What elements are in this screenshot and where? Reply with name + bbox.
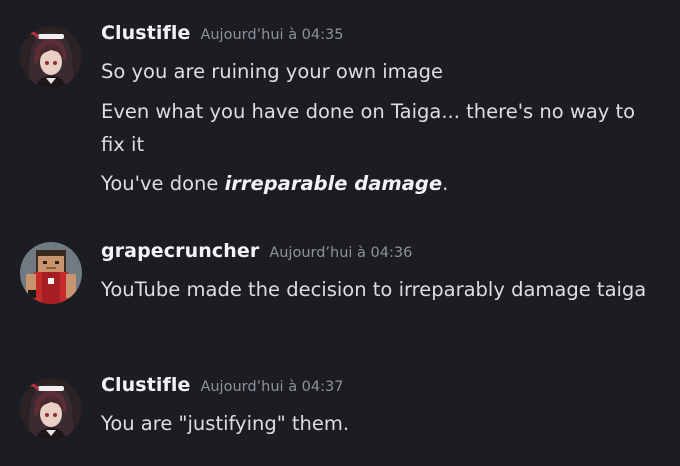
message-content: So you are ruining your own image Even w… [101, 55, 661, 207]
username[interactable]: grapecruncher [101, 240, 259, 262]
message-header: grapecruncher Aujourd’hui à 04:36 [101, 240, 412, 272]
minecraft-skin-avatar-icon [20, 242, 82, 304]
user-avatar[interactable] [20, 26, 82, 88]
message-group: grapecruncher Aujourd’hui à 04:36 YouTub… [0, 240, 680, 350]
anime-character-avatar-icon [20, 26, 82, 88]
timestamp: Aujourd’hui à 04:36 [269, 245, 413, 261]
chat-messages: Clustifle Aujourd’hui à 04:35 So you are… [0, 0, 680, 466]
message-text-emphasis: irreparable damage [224, 172, 443, 195]
anime-character-avatar-icon [20, 378, 82, 440]
message-text: YouTube made the decision to irreparably… [101, 278, 647, 301]
message-text-suffix: . [442, 172, 449, 195]
message-text: Even what you have done on Taiga... ther… [101, 100, 636, 156]
message-content: YouTube made the decision to irreparably… [101, 273, 661, 312]
message-text: So you are ruining your own image [101, 60, 443, 83]
username[interactable]: Clustifle [101, 22, 190, 44]
username[interactable]: Clustifle [101, 374, 190, 396]
message-header: Clustifle Aujourd’hui à 04:37 [101, 374, 343, 406]
message-group: Clustifle Aujourd’hui à 04:35 So you are… [0, 22, 680, 212]
message-text: You've done irreparable damage. [101, 167, 661, 201]
message-content: You are "justifying" them. [101, 407, 661, 447]
message-header: Clustifle Aujourd’hui à 04:35 [101, 22, 343, 54]
user-avatar[interactable] [20, 242, 82, 304]
timestamp: Aujourd’hui à 04:35 [200, 27, 344, 43]
message-text-prefix: You've done [101, 172, 225, 195]
message-text: You are "justifying" them. [101, 412, 350, 435]
message-group: Clustifle Aujourd’hui à 04:37 You are "j… [0, 374, 680, 454]
user-avatar[interactable] [20, 378, 82, 440]
timestamp: Aujourd’hui à 04:37 [200, 379, 344, 395]
